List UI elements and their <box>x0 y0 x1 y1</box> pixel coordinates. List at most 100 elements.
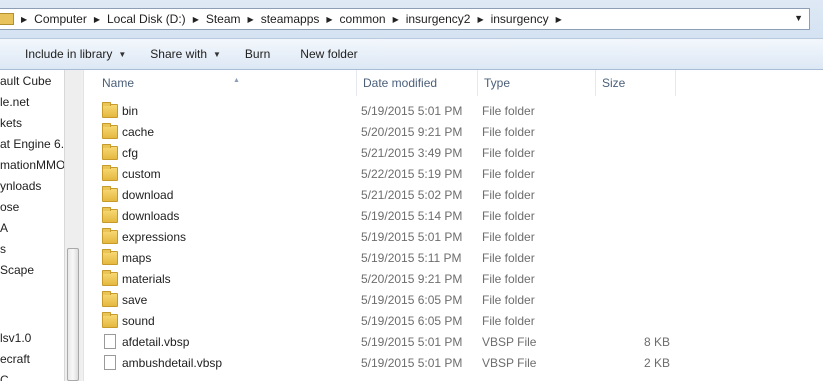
include-in-library-button[interactable]: Include in library ▼ <box>19 42 132 66</box>
chevron-right-icon[interactable]: ▶ <box>193 15 199 24</box>
breadcrumb-label: Steam <box>205 12 241 26</box>
file-row[interactable]: expressions 5/19/2015 5:01 PM File folder <box>84 227 823 248</box>
file-row[interactable]: materials 5/20/2015 9:21 PM File folder <box>84 269 823 290</box>
navigation-scrollbar[interactable] <box>64 70 81 381</box>
file-row[interactable]: cfg 5/21/2015 3:49 PM File folder <box>84 143 823 164</box>
new-folder-label: New folder <box>300 47 358 61</box>
file-size <box>594 101 670 122</box>
scrollbar-thumb[interactable] <box>67 248 79 381</box>
breadcrumb-insurgency[interactable]: insurgency ▶ <box>491 12 569 26</box>
file-date-modified: 5/19/2015 6:05 PM <box>361 293 463 307</box>
chevron-right-icon[interactable]: ▶ <box>477 15 483 24</box>
file-type: File folder <box>482 314 535 328</box>
nav-item[interactable]: C <box>0 370 9 381</box>
breadcrumb-common[interactable]: common ▶ <box>340 12 406 26</box>
file-row[interactable]: save 5/19/2015 6:05 PM File folder <box>84 290 823 311</box>
breadcrumb-root-chevron[interactable]: ▶ <box>14 15 34 24</box>
breadcrumb-local-disk[interactable]: Local Disk (D:) ▶ <box>107 12 206 26</box>
file-list: Name ▲ Date modified Type Size bin 5/19/2… <box>84 70 823 381</box>
file-row[interactable]: maps 5/19/2015 5:11 PM File folder <box>84 248 823 269</box>
file-row[interactable]: ambushdetail.vbsp 5/19/2015 5:01 PM VBSP F… <box>84 353 823 374</box>
nav-item[interactable]: lsv1.0 <box>0 328 31 349</box>
file-size <box>594 164 670 185</box>
file-name: expressions <box>122 230 187 244</box>
file-size: 8 KB <box>643 335 670 349</box>
file-size <box>594 227 670 248</box>
address-bar-area: ▶ Computer ▶ Local Disk (D:) ▶ Steam ▶ stea… <box>0 0 823 38</box>
column-header-date[interactable]: Date modified <box>357 70 478 96</box>
share-with-button[interactable]: Share with ▼ <box>144 42 227 66</box>
file-size <box>594 290 670 311</box>
address-history-dropdown-icon[interactable]: ▼ <box>794 13 803 23</box>
nav-item[interactable]: s <box>0 239 6 260</box>
breadcrumb-label: Computer <box>34 12 87 26</box>
file-icon <box>104 334 116 349</box>
breadcrumb-computer[interactable]: Computer ▶ <box>34 12 107 26</box>
file-date-modified: 5/19/2015 5:01 PM <box>361 104 463 118</box>
share-with-label: Share with <box>150 47 207 61</box>
file-type: VBSP File <box>482 356 537 370</box>
nav-item[interactable]: Scape <box>0 260 34 281</box>
nav-item[interactable]: ynloads <box>0 176 41 197</box>
nav-item[interactable]: kets <box>0 113 22 134</box>
file-type: File folder <box>482 146 535 160</box>
folder-icon <box>102 144 118 160</box>
file-size <box>594 206 670 227</box>
file-row[interactable]: cache 5/20/2015 9:21 PM File folder <box>84 122 823 143</box>
file-row[interactable]: downloads 5/19/2015 5:14 PM File folder <box>84 206 823 227</box>
file-type: File folder <box>482 272 535 286</box>
chevron-right-icon[interactable]: ▶ <box>94 15 100 24</box>
nav-item[interactable]: ecraft <box>0 349 30 370</box>
nav-item[interactable]: mationMMO <box>0 155 65 176</box>
folder-location-icon <box>0 13 14 25</box>
file-date-modified: 5/20/2015 9:21 PM <box>361 125 463 139</box>
file-icon <box>104 355 116 370</box>
chevron-right-icon[interactable]: ▶ <box>248 15 254 24</box>
include-in-library-label: Include in library <box>25 47 113 61</box>
file-type: File folder <box>482 188 535 202</box>
file-size: 2 KB <box>643 356 670 370</box>
burn-button[interactable]: Burn <box>239 42 276 66</box>
column-header-type[interactable]: Type <box>478 70 596 96</box>
breadcrumb-insurgency2[interactable]: insurgency2 ▶ <box>406 12 491 26</box>
nav-item[interactable]: A <box>0 218 8 239</box>
file-date-modified: 5/20/2015 9:21 PM <box>361 272 463 286</box>
chevron-down-icon: ▼ <box>118 49 127 59</box>
file-size <box>594 185 670 206</box>
file-date-modified: 5/21/2015 5:02 PM <box>361 188 463 202</box>
file-row[interactable]: bin 5/19/2015 5:01 PM File folder <box>84 101 823 122</box>
breadcrumb-steam[interactable]: Steam ▶ <box>206 12 261 26</box>
new-folder-button[interactable]: New folder <box>294 42 363 66</box>
nav-item[interactable]: at Engine 6.4 <box>0 134 71 155</box>
chevron-right-icon[interactable]: ▶ <box>393 15 399 24</box>
file-name: downloads <box>122 209 180 223</box>
breadcrumb-steamapps[interactable]: steamapps ▶ <box>261 12 340 26</box>
file-type: File folder <box>482 251 535 265</box>
chevron-right-icon[interactable]: ▶ <box>556 15 562 24</box>
nav-item[interactable]: ose <box>0 197 19 218</box>
file-size <box>594 122 670 143</box>
folder-icon <box>102 123 118 139</box>
column-header-size-label: Size <box>602 76 626 90</box>
file-date-modified: 5/21/2015 3:49 PM <box>361 146 463 160</box>
breadcrumb-label: insurgency2 <box>405 12 471 26</box>
file-date-modified: 5/19/2015 5:01 PM <box>361 335 463 349</box>
file-name: ambushdetail.vbsp <box>122 356 223 370</box>
file-name: cache <box>122 125 155 139</box>
nav-item[interactable]: ault Cube <box>0 71 51 92</box>
file-row[interactable]: download 5/21/2015 5:02 PM File folder <box>84 185 823 206</box>
address-bar[interactable]: ▶ Computer ▶ Local Disk (D:) ▶ Steam ▶ stea… <box>0 8 810 30</box>
file-type: File folder <box>482 125 535 139</box>
file-row[interactable]: sound 5/19/2015 6:05 PM File folder <box>84 311 823 332</box>
file-row[interactable]: custom 5/22/2015 5:19 PM File folder <box>84 164 823 185</box>
folder-icon <box>102 165 118 181</box>
sort-ascending-icon: ▲ <box>233 77 240 84</box>
folder-icon <box>102 207 118 223</box>
file-type: File folder <box>482 230 535 244</box>
file-row[interactable]: afdetail.vbsp 5/19/2015 5:01 PM VBSP File 8… <box>84 332 823 353</box>
file-date-modified: 5/19/2015 5:01 PM <box>361 230 463 244</box>
column-header-name[interactable]: Name ▲ <box>96 70 357 96</box>
nav-item[interactable]: le.net <box>0 92 29 113</box>
chevron-right-icon[interactable]: ▶ <box>326 15 332 24</box>
column-header-size[interactable]: Size <box>596 70 676 96</box>
